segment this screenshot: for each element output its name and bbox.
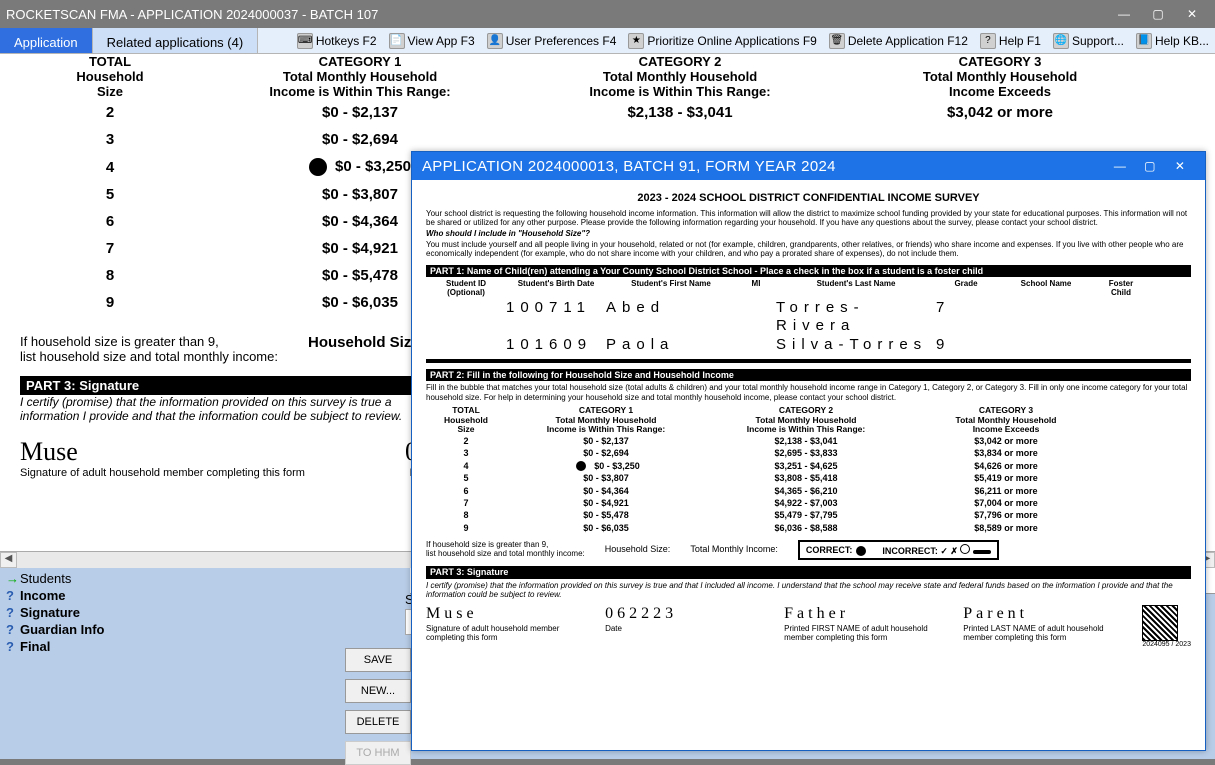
income-row: 3 $0 - $2,694 bbox=[20, 126, 1195, 153]
toolbar-help[interactable]: ?Help F1 bbox=[974, 33, 1047, 49]
document-icon: 📄 bbox=[389, 33, 405, 49]
income-range-row: 8 $0 - $5,478 $5,479 - $7,795 $7,796 or … bbox=[426, 509, 1191, 521]
globe-icon: 🌐 bbox=[1053, 33, 1069, 49]
star-icon: ★ bbox=[628, 33, 644, 49]
window-minimize-icon[interactable]: — bbox=[1107, 3, 1141, 25]
toolbar-support[interactable]: 🌐Support... bbox=[1047, 33, 1130, 49]
nav-students[interactable]: →Students bbox=[6, 570, 404, 587]
question-icon: ? bbox=[6, 588, 16, 603]
main-toolbar: Application Related applications (4) ⌨Ho… bbox=[0, 28, 1215, 54]
part3-signature-header: PART 3: Signature bbox=[20, 376, 420, 395]
part2-header: PART 2: Fill in the following for Househ… bbox=[426, 369, 1191, 381]
help-icon: ? bbox=[980, 33, 996, 49]
toolbar-view-app[interactable]: 📄View App F3 bbox=[383, 33, 481, 49]
book-icon: 📘 bbox=[1136, 33, 1152, 49]
toolbar-help-kb[interactable]: 📘Help KB... bbox=[1130, 33, 1215, 49]
tab-related-applications[interactable]: Related applications (4) bbox=[93, 28, 259, 53]
toolbar-prioritize[interactable]: ★Prioritize Online Applications F9 bbox=[622, 33, 822, 49]
keyboard-icon: ⌨ bbox=[297, 33, 313, 49]
child-window-titlebar: APPLICATION 2024000013, BATCH 91, FORM Y… bbox=[412, 152, 1205, 180]
scroll-left-icon[interactable]: ◀ bbox=[0, 552, 17, 568]
window-titlebar: ROCKETSCAN FMA - APPLICATION 2024000037 … bbox=[0, 0, 1215, 28]
income-range-row: 9 $0 - $6,035 $6,036 - $8,588 $8,589 or … bbox=[426, 522, 1191, 534]
window-close-icon[interactable]: ✕ bbox=[1175, 3, 1209, 25]
income-range-row: 7 $0 - $4,921 $4,922 - $7,003 $7,004 or … bbox=[426, 497, 1191, 509]
question-icon: ? bbox=[6, 622, 16, 637]
delete-button[interactable]: DELETE bbox=[345, 710, 411, 734]
income-row: 2 $0 - $2,137 $2,138 - $3,041 $3,042 or … bbox=[20, 99, 1195, 126]
nav-signature[interactable]: ?Signature bbox=[6, 604, 404, 621]
question-icon: ? bbox=[6, 605, 16, 620]
toolbar-user-prefs[interactable]: 👤User Preferences F4 bbox=[481, 33, 623, 49]
part3-header: PART 3: Signature bbox=[426, 566, 1191, 578]
child-close-icon[interactable]: ✕ bbox=[1165, 155, 1195, 177]
save-button[interactable]: SAVE bbox=[345, 648, 411, 672]
correct-incorrect-legend: CORRECT: INCORRECT: ✓ ✗ bbox=[798, 540, 999, 560]
nav-income[interactable]: ?Income bbox=[6, 587, 404, 604]
nav-guardian-info[interactable]: ?Guardian Info bbox=[6, 621, 404, 638]
window-maximize-icon[interactable]: ▢ bbox=[1141, 3, 1175, 25]
income-range-row: 4 $0 - $3,250 $3,251 - $4,625 $4,626 or … bbox=[426, 460, 1191, 473]
student-row: 100711AbedTorres-Rivera7 bbox=[426, 299, 1191, 336]
income-range-row: 3 $0 - $2,694 $2,695 - $3,833 $3,834 or … bbox=[426, 447, 1191, 459]
new-button[interactable]: NEW... bbox=[345, 679, 411, 703]
user-icon: 👤 bbox=[487, 33, 503, 49]
child-maximize-icon[interactable]: ▢ bbox=[1135, 155, 1165, 177]
trash-icon: 🗑 bbox=[829, 33, 845, 49]
part1-header: PART 1: Name of Child(ren) attending a Y… bbox=[426, 265, 1191, 277]
workspace: TOTALHouseholdSize CATEGORY 1Total Month… bbox=[0, 54, 1215, 759]
child-window-title: APPLICATION 2024000013, BATCH 91, FORM Y… bbox=[422, 158, 836, 175]
toolbar-hotkeys[interactable]: ⌨Hotkeys F2 bbox=[291, 33, 383, 49]
qr-code-icon bbox=[1142, 605, 1178, 641]
child-minimize-icon[interactable]: — bbox=[1105, 155, 1135, 177]
form-document: 2023 - 2024 SCHOOL DISTRICT CONFIDENTIAL… bbox=[412, 180, 1205, 657]
to-hhm-button[interactable]: TO HHM bbox=[345, 741, 411, 765]
side-navigation: →Students ?Income ?Signature ?Guardian I… bbox=[0, 568, 410, 657]
income-range-row: 6 $0 - $4,364 $4,365 - $6,210 $6,211 or … bbox=[426, 485, 1191, 497]
income-range-row: 5 $0 - $3,807 $3,808 - $5,418 $5,419 or … bbox=[426, 472, 1191, 484]
income-range-row: 2 $0 - $2,137 $2,138 - $3,041 $3,042 or … bbox=[426, 435, 1191, 447]
question-icon: ? bbox=[6, 639, 16, 654]
student-row: 101609PaolaSilva-Torres9 bbox=[426, 336, 1191, 355]
tab-application[interactable]: Application bbox=[0, 28, 93, 53]
child-window: APPLICATION 2024000013, BATCH 91, FORM Y… bbox=[411, 151, 1206, 751]
window-title: ROCKETSCAN FMA - APPLICATION 2024000037 … bbox=[6, 7, 378, 22]
arrow-right-icon: → bbox=[6, 571, 16, 586]
toolbar-delete-app[interactable]: 🗑Delete Application F12 bbox=[823, 33, 974, 49]
form-title: 2023 - 2024 SCHOOL DISTRICT CONFIDENTIAL… bbox=[426, 192, 1191, 205]
